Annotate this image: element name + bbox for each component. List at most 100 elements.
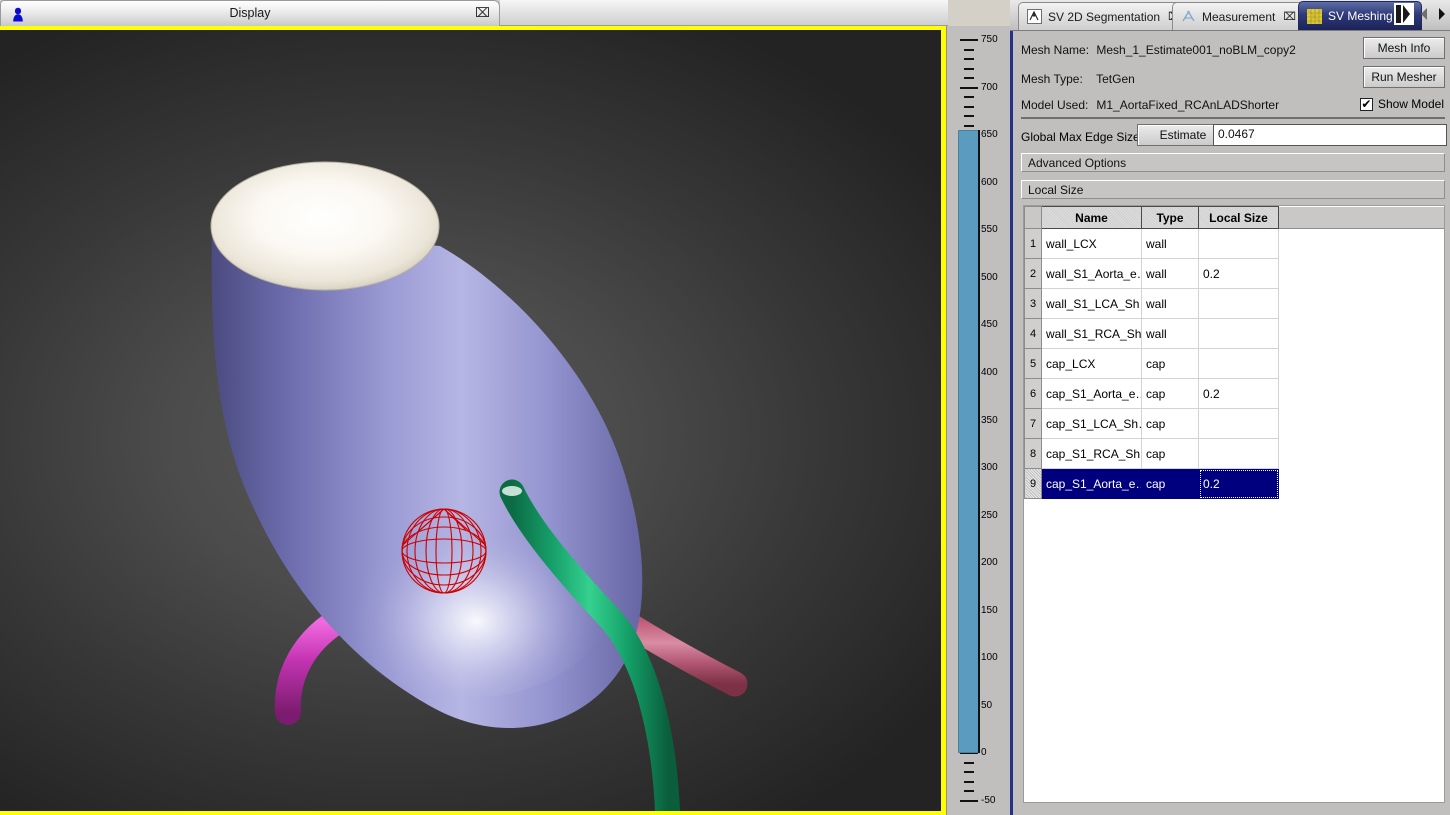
scale-tick-major xyxy=(960,86,978,89)
cell-local-size[interactable]: 0.2 xyxy=(1198,468,1279,499)
row-number: 3 xyxy=(1024,288,1042,319)
cell-type[interactable]: cap xyxy=(1141,348,1199,379)
cell-local-size[interactable] xyxy=(1198,228,1279,259)
advanced-options-section[interactable]: Advanced Options xyxy=(1021,153,1445,172)
scale-tick-label: 500 xyxy=(981,271,998,283)
row-number: 1 xyxy=(1024,228,1042,259)
tab-measurement[interactable]: Measurement ⌧ xyxy=(1172,2,1306,30)
table-row[interactable]: 1 wall_LCX wall xyxy=(1024,228,1444,259)
section-divider xyxy=(1021,117,1445,119)
header-name[interactable]: Name xyxy=(1041,206,1142,229)
cell-type[interactable]: cap xyxy=(1141,408,1199,439)
scale-tick-label: 400 xyxy=(981,366,998,378)
cell-local-size[interactable] xyxy=(1198,318,1279,349)
cell-filler xyxy=(1278,228,1444,259)
show-model-checkbox-row[interactable]: ✔ Show Model xyxy=(1359,97,1444,111)
cell-type[interactable]: cap xyxy=(1141,438,1199,469)
chevron-left-icon[interactable] xyxy=(1418,6,1431,22)
row-number-header xyxy=(1024,206,1042,229)
cell-type[interactable]: wall xyxy=(1141,318,1199,349)
measurement-icon xyxy=(1182,10,1195,22)
scale-tick-minor xyxy=(964,761,974,764)
cell-name[interactable]: cap_LCX xyxy=(1041,348,1142,379)
scale-tick-minor xyxy=(964,780,974,783)
scale-tick-label: 50 xyxy=(981,699,993,711)
table-row[interactable]: 8 cap_S1_RCA_Sh… cap xyxy=(1024,438,1444,469)
cell-filler xyxy=(1278,258,1444,289)
table-row[interactable]: 3 wall_S1_LCA_Sh… wall xyxy=(1024,288,1444,319)
cell-local-size[interactable] xyxy=(1198,348,1279,379)
cell-local-size[interactable] xyxy=(1198,408,1279,439)
table-row[interactable]: 5 cap_LCX cap xyxy=(1024,348,1444,379)
scale-tick-minor xyxy=(964,124,974,127)
cell-type[interactable]: wall xyxy=(1141,288,1199,319)
cell-local-size[interactable] xyxy=(1198,438,1279,469)
table-row[interactable]: 9 cap_S1_Aorta_e… cap 0.2 xyxy=(1024,468,1444,499)
local-size-table[interactable]: Name Type Local Size 1 wall_LCX wall 2 wall_… xyxy=(1023,205,1445,803)
cell-name[interactable]: wall_LCX xyxy=(1041,228,1142,259)
cell-name[interactable]: cap_S1_Aorta_e… xyxy=(1041,468,1142,499)
mesh-face-table: Name Type Local Size 1 wall_LCX wall 2 wall_… xyxy=(1024,206,1444,499)
cell-filler xyxy=(1278,468,1444,499)
mesh-name-row: Mesh Name: Mesh_1_Estimate001_noBLM_copy… xyxy=(1021,43,1296,57)
vertical-scale-slider[interactable]: 750 700 650 600 550 500 450 400 350 300 250 200 150 1… xyxy=(946,26,1010,815)
cell-local-size[interactable]: 0.2 xyxy=(1198,378,1279,409)
run-mesher-button[interactable]: Run Mesher xyxy=(1363,66,1445,88)
cell-name[interactable]: cap_S1_LCA_Sh… xyxy=(1041,408,1142,439)
cell-local-size[interactable]: 0.2 xyxy=(1198,258,1279,289)
cell-name[interactable]: wall_S1_RCA_Sh… xyxy=(1041,318,1142,349)
cell-name[interactable]: cap_S1_RCA_Sh… xyxy=(1041,438,1142,469)
row-number: 6 xyxy=(1024,378,1042,409)
cell-type[interactable]: cap xyxy=(1141,378,1199,409)
row-number: 7 xyxy=(1024,408,1042,439)
tab-overflow-icon[interactable] xyxy=(1394,3,1414,25)
scale-rule-line xyxy=(978,130,980,754)
mesh-info-button[interactable]: Mesh Info xyxy=(1363,37,1445,59)
scale-track[interactable]: 750 700 650 600 550 500 450 400 350 300 250 200 150 1… xyxy=(951,26,1007,815)
table-row[interactable]: 4wall_S1_RCA_Sh…wall xyxy=(1024,318,1444,349)
cell-name[interactable]: wall_S1_Aorta_e… xyxy=(1041,258,1142,289)
scale-slider-handle[interactable] xyxy=(958,130,979,754)
row-number: 4 xyxy=(1024,318,1042,349)
cell-local-size[interactable] xyxy=(1198,288,1279,319)
chevron-right-icon[interactable] xyxy=(1435,6,1448,22)
cell-filler xyxy=(1278,348,1444,379)
show-model-label: Show Model xyxy=(1377,97,1444,111)
cell-name[interactable]: cap_S1_Aorta_e… xyxy=(1041,378,1142,409)
cell-filler xyxy=(1278,438,1444,469)
local-size-section[interactable]: Local Size xyxy=(1021,180,1445,199)
scale-tick-minor xyxy=(964,48,974,51)
cell-filler xyxy=(1278,318,1444,349)
cell-type[interactable]: wall xyxy=(1141,228,1199,259)
header-type[interactable]: Type xyxy=(1141,206,1199,229)
table-row[interactable]: 7 cap_S1_LCA_Sh… cap xyxy=(1024,408,1444,439)
tab-sv-2d-segmentation[interactable]: SV 2D Segmentation ⌧ xyxy=(1018,2,1190,30)
edge-size-input[interactable]: 0.0467 xyxy=(1213,124,1447,146)
scale-tick-minor xyxy=(964,115,974,118)
header-local-size[interactable]: Local Size xyxy=(1198,206,1279,229)
cell-filler xyxy=(1278,288,1444,319)
tab-label: SV Meshing xyxy=(1328,9,1393,23)
scale-tick-label: -50 xyxy=(981,795,996,806)
global-max-edge-size-label: Global Max Edge Size: xyxy=(1021,130,1144,144)
3d-render-viewport[interactable] xyxy=(0,30,941,815)
mesh-type-row: Mesh Type: TetGen xyxy=(1021,72,1135,86)
show-model-checkbox[interactable]: ✔ xyxy=(1359,97,1373,111)
cell-type[interactable]: cap xyxy=(1141,468,1199,499)
scale-tick-minor xyxy=(964,67,974,70)
scale-tick-label: 450 xyxy=(981,319,998,331)
scale-tick-minor xyxy=(964,58,974,61)
table-header-row: Name Type Local Size xyxy=(1024,206,1444,229)
mesh-name-value: Mesh_1_Estimate001_noBLM_copy2 xyxy=(1096,43,1296,57)
close-icon[interactable]: ⌧ xyxy=(475,6,490,20)
tab-close-icon[interactable]: ⌧ xyxy=(1283,10,1296,23)
display-titlebar[interactable]: Display ⌧ xyxy=(0,0,500,26)
cell-type[interactable]: wall xyxy=(1141,258,1199,289)
scale-tick-minor xyxy=(964,105,974,108)
table-row[interactable]: 2 wall_S1_Aorta_e… wall 0.2 xyxy=(1024,258,1444,289)
table-row[interactable]: 6 cap_S1_Aorta_e… cap 0.2 xyxy=(1024,378,1444,409)
cell-name[interactable]: wall_S1_LCA_Sh… xyxy=(1041,288,1142,319)
scale-tick-label: 0 xyxy=(981,747,987,759)
row-number: 2 xyxy=(1024,258,1042,289)
tab-label: Measurement xyxy=(1202,9,1276,24)
